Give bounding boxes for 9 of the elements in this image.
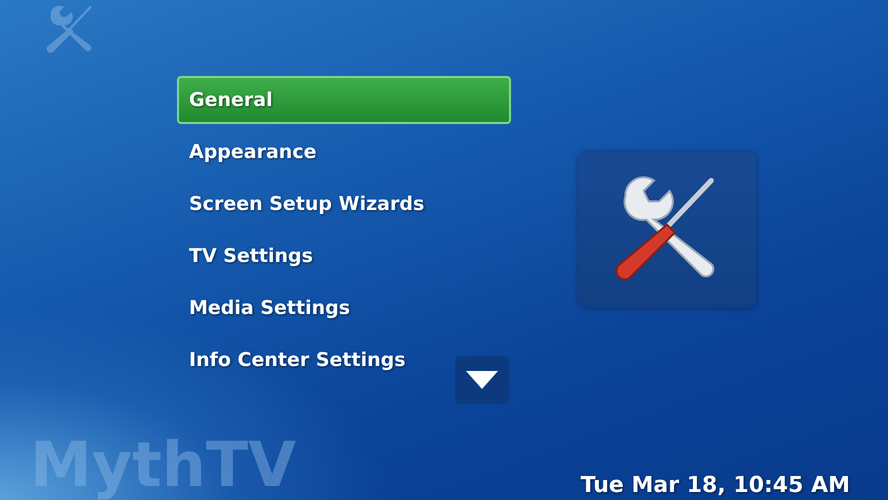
menu-item[interactable]: Media Settings xyxy=(177,284,511,332)
scroll-down-button[interactable] xyxy=(455,356,509,404)
date-time: Tue Mar 18, 10:45 AM xyxy=(580,473,850,498)
down-triangle-icon xyxy=(466,371,498,389)
menu-item[interactable]: General xyxy=(177,76,511,124)
menu-item[interactable]: Screen Setup Wizards xyxy=(177,180,511,228)
menu-item[interactable]: TV Settings xyxy=(177,232,511,280)
menu-item[interactable]: Info Center Settings xyxy=(177,336,511,384)
menu-item[interactable]: Appearance xyxy=(177,128,511,176)
